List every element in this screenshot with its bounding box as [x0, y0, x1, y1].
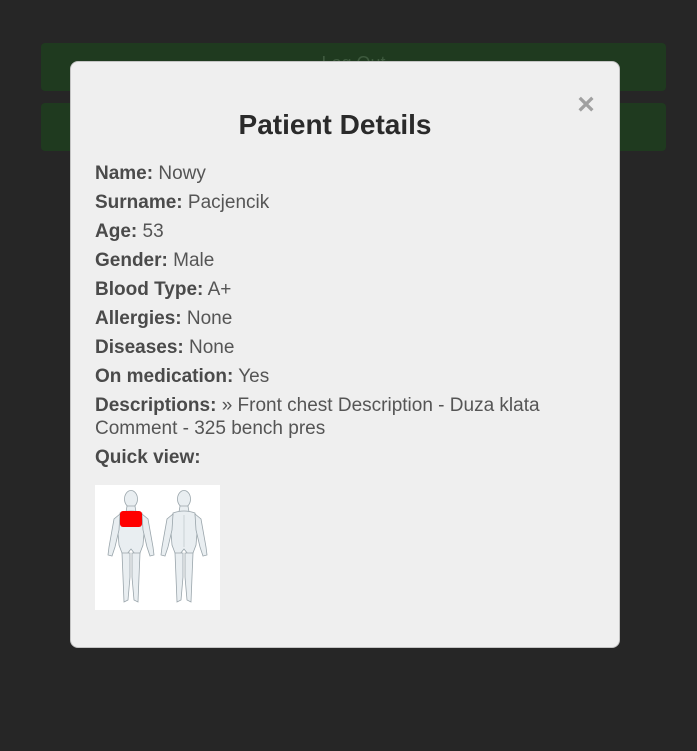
field-label: Allergies: [95, 308, 182, 329]
field-label: Age: [95, 221, 138, 242]
field-surname: Surname: Pacjencik [95, 191, 585, 214]
field-value: Yes [238, 366, 270, 387]
back-body-figure [160, 490, 208, 603]
field-value: None [186, 308, 233, 329]
field-gender: Gender: Male [95, 249, 585, 272]
field-on-medication: On medication: Yes [95, 365, 585, 388]
chest-highlight [120, 511, 142, 527]
field-allergies: Allergies: None [95, 307, 585, 330]
field-label: Gender: [95, 250, 168, 271]
field-descriptions: Descriptions: » Front chest Description … [95, 394, 585, 440]
body-diagram-icon [107, 490, 208, 603]
field-value: A+ [207, 279, 232, 300]
field-value: Nowy [158, 163, 206, 184]
field-label: On medication: [95, 366, 234, 387]
field-label: Surname: [95, 192, 183, 213]
field-name: Name: Nowy [95, 162, 585, 185]
field-label: Descriptions: [95, 395, 217, 416]
field-label: Name: [95, 163, 154, 184]
field-value: None [189, 337, 235, 358]
field-label: Blood Type: [95, 279, 204, 300]
field-value: 53 [142, 221, 164, 242]
patient-details-modal: × Patient Details Name: Nowy Surname: Pa… [70, 61, 620, 648]
field-label: Diseases: [95, 337, 184, 358]
field-value: Male [173, 250, 215, 271]
field-diseases: Diseases: None [95, 336, 585, 359]
patient-fields: Name: Nowy Surname: Pacjencik Age: 53 Ge… [95, 162, 585, 469]
body-map-thumbnail[interactable] [95, 485, 220, 610]
modal-title: Patient Details [238, 109, 432, 140]
field-age: Age: 53 [95, 220, 585, 243]
field-value: Pacjencik [187, 192, 270, 213]
front-body-figure [107, 490, 155, 603]
field-blood-type: Blood Type: A+ [95, 278, 585, 301]
quick-view-label: Quick view: [95, 447, 201, 468]
